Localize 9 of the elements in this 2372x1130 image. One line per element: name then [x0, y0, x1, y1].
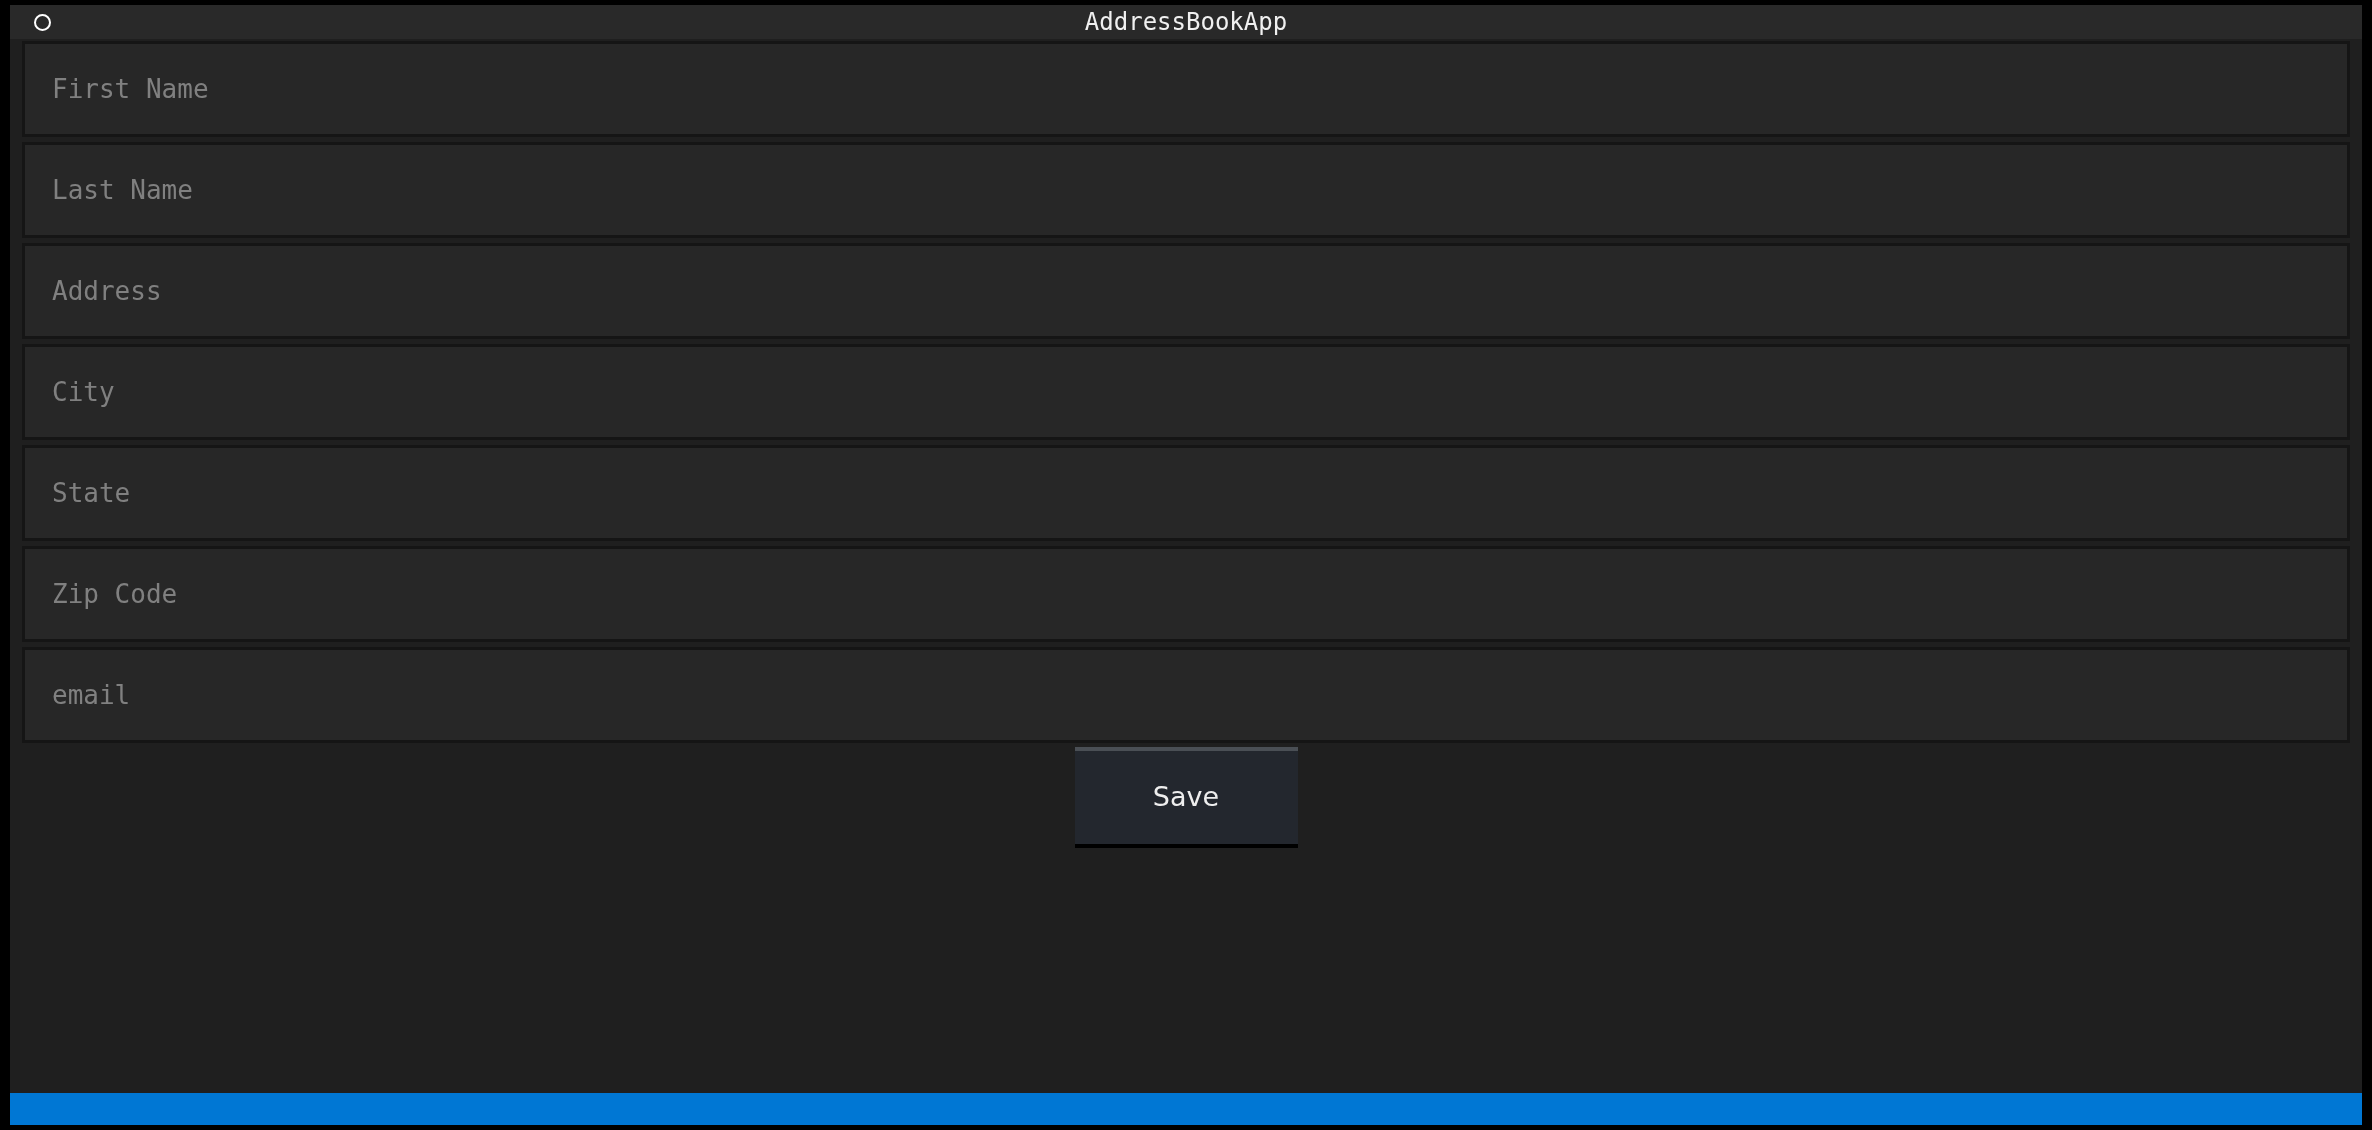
input-field[interactable]: State — [22, 445, 2350, 541]
save-button[interactable]: Save — [1074, 747, 1298, 848]
input-field[interactable]: email — [22, 647, 2350, 743]
input-field[interactable]: Last Name — [22, 142, 2350, 238]
input-field[interactable]: City — [22, 344, 2350, 440]
input-field[interactable]: First Name — [22, 41, 2350, 137]
input-field[interactable]: Zip Code — [22, 546, 2350, 642]
input-field[interactable]: Address — [22, 243, 2350, 339]
window-title: AddressBookApp — [1084, 7, 1288, 38]
